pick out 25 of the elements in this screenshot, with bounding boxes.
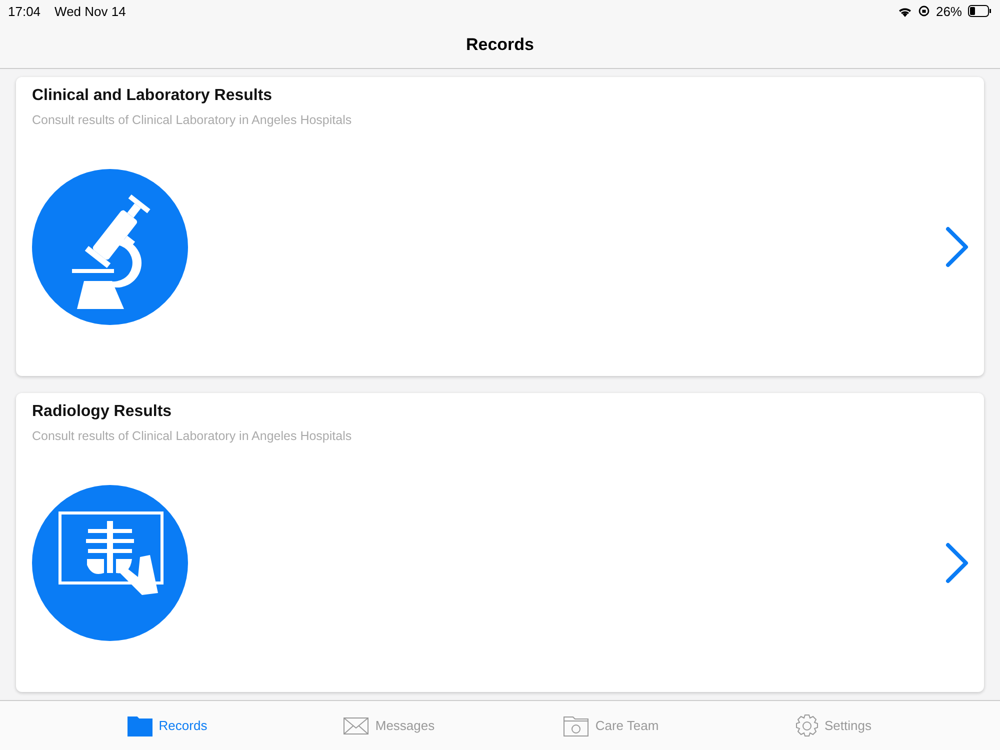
microscope-icon	[32, 169, 188, 325]
card-title: Radiology Results	[32, 403, 173, 421]
tab-bar-item[interactable]: Messages	[278, 701, 500, 750]
record-card[interactable]: Clinical and Laboratory Results Consult results of Clinical Laboratory in Angeles Hospitals	[16, 77, 984, 376]
status-date: Wed Nov 14	[54, 4, 126, 18]
card-subtitle: Consult results of Clinical Laboratory in Angeles Hospitals	[32, 429, 353, 443]
battery-icon	[968, 5, 992, 17]
folder-icon	[126, 714, 153, 736]
card-title: Clinical and Laboratory Results	[32, 87, 274, 105]
battery-percentage: 26%	[936, 4, 962, 18]
tab-bar-item[interactable]: Records	[56, 701, 278, 750]
lock-rotation-icon	[918, 5, 930, 17]
folder-person-icon	[563, 714, 590, 736]
tab-bar-item[interactable]: Settings	[722, 701, 944, 750]
record-card[interactable]: Radiology Results Consult results of Clinical Laboratory in Angeles Hospitals	[16, 393, 984, 692]
tab-bar-item[interactable]: Care Team	[500, 701, 722, 750]
page-title: Records	[466, 35, 534, 55]
card-subtitle: Consult results of Clinical Laboratory in Angeles Hospitals	[32, 113, 353, 127]
chevron-right-icon[interactable]	[945, 542, 969, 584]
wifi-icon	[898, 6, 912, 16]
envelope-icon	[343, 716, 370, 734]
settings-icon	[794, 714, 818, 738]
chevron-right-icon[interactable]	[945, 226, 969, 268]
status-time: 17:04	[8, 4, 41, 18]
xray-icon	[32, 485, 188, 641]
